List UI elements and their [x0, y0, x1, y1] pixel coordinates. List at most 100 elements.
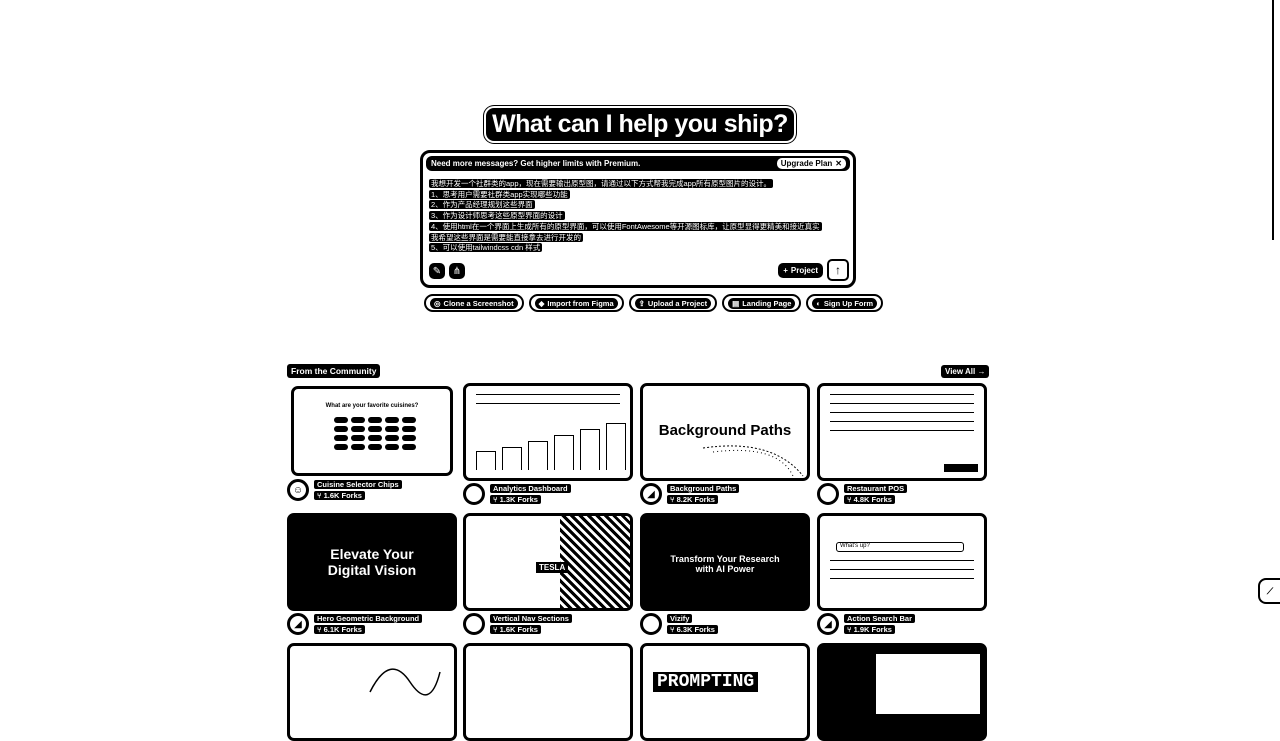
fork-icon: ⑂: [493, 495, 500, 504]
fork-icon: ⑂: [847, 495, 854, 504]
plus-icon: +: [783, 266, 788, 275]
card-title: Cuisine Selector Chips: [314, 480, 402, 489]
fork-icon: ⑂: [317, 491, 324, 500]
suggestion-chips: ◎ Clone a Screenshot ◆ Import from Figma…: [424, 294, 884, 312]
card-thumbnail: Elevate Your Digital Vision: [287, 513, 457, 611]
hero-title: What can I help you ship?: [486, 108, 794, 141]
avatar: ☺: [287, 479, 309, 501]
chip-grid-graphic: [334, 417, 416, 450]
card-thumbnail: What's up?: [817, 513, 987, 611]
card-meta: Vizify ⑂ 6.3K Forks: [640, 613, 810, 639]
avatar: ◢: [640, 483, 662, 505]
wave-graphic: [369, 668, 441, 696]
upsell-text: Need more messages? Get higher limits wi…: [431, 159, 641, 168]
card-forks: ⑂ 1.6K Forks: [314, 491, 365, 500]
thumb-text: Background Paths: [658, 422, 792, 439]
community-card[interactable]: Restaurant POS ⑂ 4.8K Forks: [817, 383, 987, 509]
community-card[interactable]: Transform Your Research with AI Power Vi…: [640, 513, 810, 639]
prompt-line: 3、作为设计师思考这些原型界面的设计: [429, 211, 565, 221]
view-all-link[interactable]: View All →: [941, 365, 990, 378]
upload-icon: ⇪: [638, 298, 645, 308]
prompt-line: 4、使用html在一个界面上生成所有的原型界面，可以使用FontAwesome等…: [429, 221, 822, 231]
chip-label: Import from Figma: [547, 298, 614, 308]
card-forks: ⑂ 6.1K Forks: [314, 625, 365, 634]
card-thumbnail: [817, 383, 987, 481]
chip-clone-screenshot[interactable]: ◎ Clone a Screenshot: [424, 294, 524, 312]
community-card[interactable]: What's up? ◢ Action Search Bar ⑂ 1.9K Fo…: [817, 513, 987, 639]
card-title: Restaurant POS: [844, 484, 908, 493]
community-card[interactable]: Background Paths ◢ Background Paths ⑂ 8.…: [640, 383, 810, 509]
card-title: Hero Geometric Background: [314, 614, 423, 623]
close-icon[interactable]: ✕: [835, 159, 842, 168]
community-heading: From the Community: [287, 364, 381, 378]
community-card[interactable]: [287, 643, 457, 741]
card-thumbnail: [463, 383, 633, 481]
avatar: ◢: [287, 613, 309, 635]
card-thumbnail: [287, 643, 457, 741]
card-forks: ⑂ 1.3K Forks: [490, 495, 541, 504]
prompt-textarea[interactable]: 我想开发一个社群类的app，现在需要输出原型图，请通过以下方式帮我完成app所有…: [429, 179, 849, 254]
community-card[interactable]: Analytics Dashboard ⑂ 1.3K Forks: [463, 383, 633, 509]
community-card[interactable]: [463, 643, 633, 741]
chip-sign-up-form[interactable]: ◐ Sign Up Form: [806, 294, 884, 312]
results-graphic: [820, 560, 984, 579]
card-meta: Restaurant POS ⑂ 4.8K Forks: [817, 483, 987, 509]
card-thumbnail: Background Paths: [640, 383, 810, 481]
community-card[interactable]: TESLA Vertical Nav Sections ⑂ 1.6K Forks: [463, 513, 633, 639]
fork-icon: ⑂: [670, 625, 677, 634]
chip-label: Sign Up Form: [823, 298, 874, 308]
hero-heading: What can I help you ship?: [0, 108, 1280, 141]
prompt-line: 2、作为产品经理规划这些界面: [429, 200, 535, 210]
fork-icon: ⑂: [317, 625, 324, 634]
fork-icon: ⑂: [493, 625, 500, 634]
arrow-up-icon: ↑: [835, 263, 841, 277]
paths-graphic: [702, 445, 804, 477]
figma-icon: ◆: [538, 298, 545, 308]
thumb-text: TESLA: [536, 562, 569, 573]
community-card[interactable]: Elevate Your Digital Vision ◢ Hero Geome…: [287, 513, 457, 639]
search-field-graphic: What's up?: [836, 542, 964, 552]
chip-import-figma[interactable]: ◆ Import from Figma: [528, 294, 624, 312]
arrow-right-icon: →: [977, 367, 986, 376]
form-icon: ◐: [816, 298, 821, 308]
card-title: Vertical Nav Sections: [490, 614, 572, 623]
thumb-text: Elevate Your Digital Vision: [327, 546, 417, 578]
pos-button-graphic: [944, 464, 978, 472]
community-card[interactable]: [817, 643, 987, 741]
view-all-label: View All: [945, 367, 976, 376]
prompt-line: 5、可以使用tailwindcss cdn 样式: [429, 243, 543, 253]
chip-label: Clone a Screenshot: [443, 298, 514, 308]
attach-icon[interactable]: ✎: [429, 263, 445, 279]
card-forks: ⑂ 8.2K Forks: [667, 495, 718, 504]
card-meta: ◢ Action Search Bar ⑂ 1.9K Forks: [817, 613, 987, 639]
thumb-text: PROMPTING: [653, 672, 759, 692]
prompt-line: 我希望这些界面是需要能直接拿去进行开发的: [429, 232, 583, 242]
card-forks: ⑂ 4.8K Forks: [844, 495, 895, 504]
camera-icon: ◎: [434, 298, 441, 308]
community-card[interactable]: What are your favorite cuisines? ☺ Cuisi…: [287, 383, 457, 505]
prompt-tools: ✎ ⋔: [429, 263, 465, 279]
card-thumbnail: [463, 643, 633, 741]
community-card[interactable]: PROMPTING: [640, 643, 810, 741]
chip-label: Upload a Project: [647, 298, 708, 308]
project-label: Project: [790, 266, 818, 275]
avatar: ◢: [817, 613, 839, 635]
chip-landing-page[interactable]: ▤ Landing Page: [722, 294, 802, 312]
avatar: [463, 483, 485, 505]
prompt-box[interactable]: Need more messages? Get higher limits wi…: [420, 150, 856, 288]
feedback-button[interactable]: ⟋: [1258, 578, 1280, 604]
card-thumbnail: Transform Your Research with AI Power: [640, 513, 810, 611]
thumb-text: What are your favorite cuisines?: [325, 403, 419, 409]
share-icon[interactable]: ⋔: [449, 263, 465, 279]
send-button[interactable]: ↑: [827, 259, 849, 281]
project-button[interactable]: + Project: [778, 263, 823, 278]
card-meta: ☺ Cuisine Selector Chips ⑂ 1.6K Forks: [287, 479, 457, 505]
calendar-graphic: [876, 654, 980, 714]
card-meta: Vertical Nav Sections ⑂ 1.6K Forks: [463, 613, 633, 639]
chip-label: Landing Page: [742, 298, 792, 308]
card-title: Analytics Dashboard: [490, 484, 571, 493]
card-thumbnail: PROMPTING: [640, 643, 810, 741]
upgrade-plan-button[interactable]: Upgrade Plan ✕: [776, 158, 846, 169]
chip-upload-project[interactable]: ⇪ Upload a Project: [628, 294, 718, 312]
dashboard-lines-graphic: [466, 394, 630, 404]
